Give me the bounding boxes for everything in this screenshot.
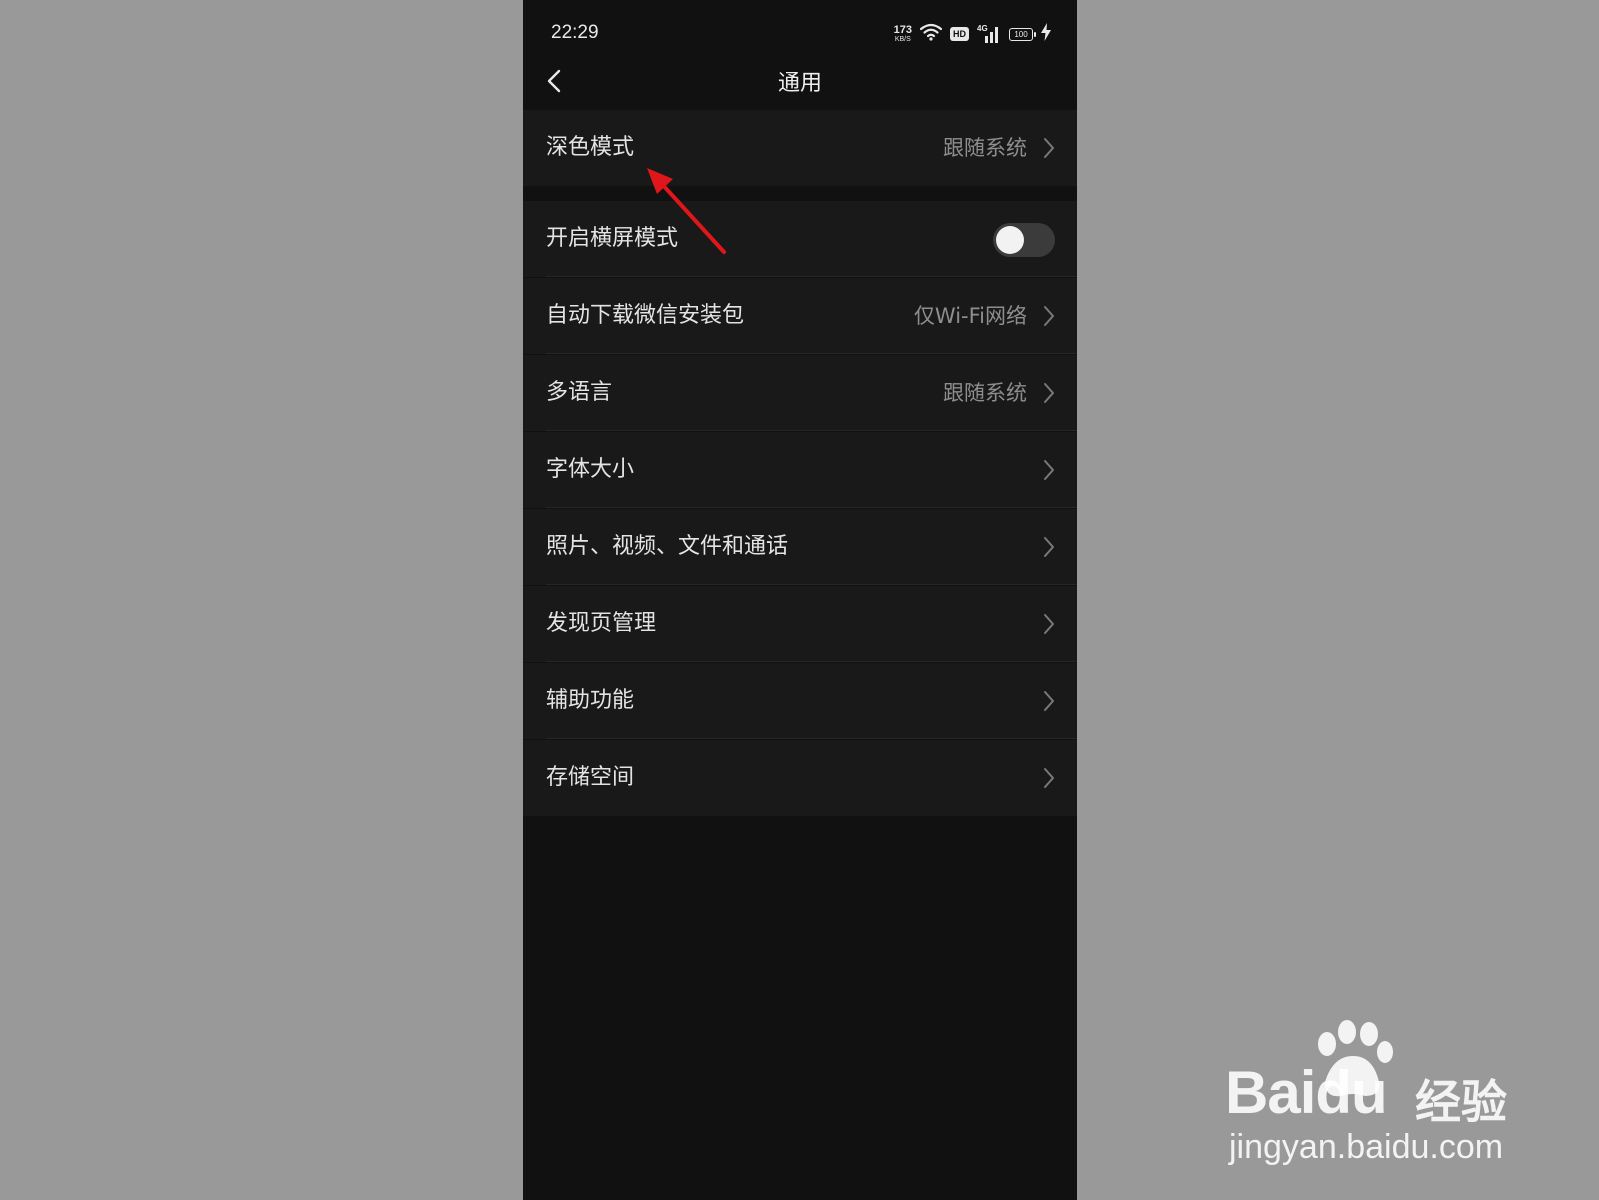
setting-row-media[interactable]: 照片、视频、文件和通话 [523,509,1077,585]
status-time: 22:29 [551,22,599,43]
cellular-signal-icon: 4G [977,24,1001,44]
chevron-right-icon [1044,768,1054,788]
toggle-knob [996,226,1024,254]
setting-row-accessibility[interactable]: 辅助功能 [523,663,1077,739]
chevron-right-icon [1044,537,1054,557]
setting-label: 存储空间 [546,765,635,790]
page-title: 通用 [777,71,822,96]
network-speed: 173 KB/S [893,24,912,44]
watermark-url: jingyan.baidu.com [1229,1128,1504,1166]
chevron-right-icon [1044,614,1054,634]
setting-row-landscape-mode: 开启横屏模式 [523,201,1077,277]
setting-label: 发现页管理 [546,611,657,636]
hd-icon: HD [950,27,969,41]
setting-row-language[interactable]: 多语言 跟随系统 [523,355,1077,431]
setting-row-storage[interactable]: 存储空间 [523,740,1077,816]
chevron-right-icon [1044,460,1054,480]
divider [546,738,1077,739]
divider [546,276,1077,277]
setting-row-discover[interactable]: 发现页管理 [523,586,1077,662]
chevron-right-icon [1044,383,1054,403]
charging-icon [1041,23,1051,45]
chevron-right-icon [1044,306,1054,326]
divider [546,584,1077,585]
network-speed-value: 173 [893,24,912,36]
setting-value: 跟随系统 [943,136,1027,160]
watermark-brand: Baidu [1225,1059,1388,1126]
navigation-bar: 通用 [523,58,1077,110]
divider [546,353,1077,354]
battery-level: 100 [1014,29,1028,39]
watermark-suffix: 经验 [1415,1075,1507,1129]
setting-label: 照片、视频、文件和通话 [546,534,789,559]
wifi-icon [919,23,943,45]
landscape-mode-toggle[interactable] [993,223,1055,257]
divider [546,430,1077,431]
battery-icon: 100 [1009,27,1036,41]
setting-label: 自动下载微信安装包 [546,303,745,328]
setting-row-auto-download[interactable]: 自动下载微信安装包 仅Wi-Fi网络 [523,278,1077,354]
setting-row-dark-mode[interactable]: 深色模式 跟随系统 [523,110,1077,186]
status-bar: 22:29 173 KB/S HD 4G 100 [523,0,1077,62]
divider [546,661,1077,662]
watermark: Baidu 经验 jingyan.baidu.com [1225,1020,1545,1180]
setting-label: 辅助功能 [546,688,635,713]
setting-value: 跟随系统 [943,381,1027,405]
setting-label: 开启横屏模式 [546,226,679,251]
divider [546,507,1077,508]
chevron-right-icon [1044,138,1054,158]
setting-label: 多语言 [546,380,613,405]
setting-row-font-size[interactable]: 字体大小 [523,432,1077,508]
setting-value: 仅Wi-Fi网络 [913,304,1027,328]
phone-screen: 22:29 173 KB/S HD 4G 100 通用 深色模式 跟随系统 开启… [523,0,1077,1200]
setting-label: 深色模式 [546,135,635,160]
setting-label: 字体大小 [546,457,635,482]
status-icons: 173 KB/S HD 4G 100 [894,22,1051,46]
network-speed-unit: KB/S [894,36,911,43]
chevron-right-icon [1044,691,1054,711]
